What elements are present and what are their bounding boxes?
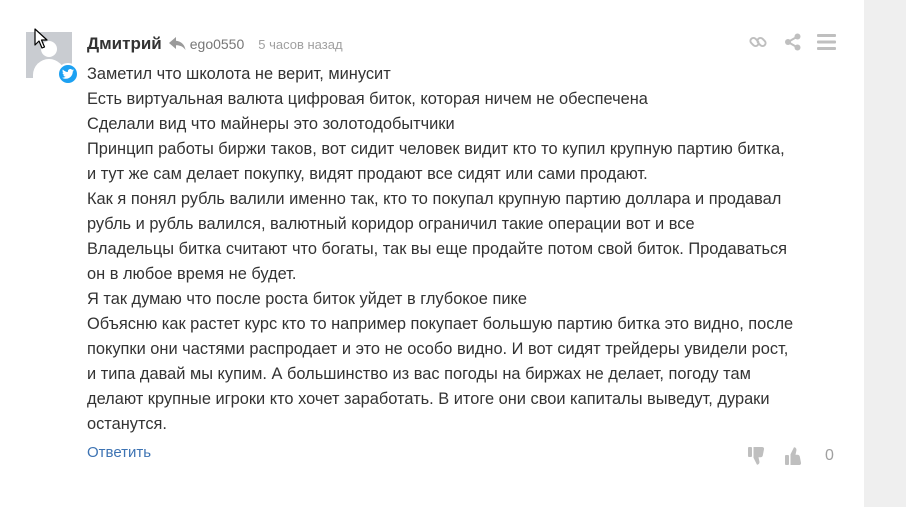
right-gutter (864, 0, 906, 507)
comment-line: рубль и рубль валился, валютный коридор … (87, 215, 695, 233)
comment-line: Объясню как растет курс кто то например … (87, 315, 794, 333)
comment-line: Принцип работы биржи таков, вот сидит че… (87, 140, 785, 158)
author-name[interactable]: Дмитрий (87, 34, 162, 54)
comment-header: Дмитрий ego0550 5 часов назад (87, 33, 343, 55)
author-handle[interactable]: ego0550 (190, 36, 245, 52)
comment-text: Заметил что школота не верит, минусит Ес… (87, 62, 847, 437)
link-icon[interactable] (748, 32, 768, 52)
comment-line: Сделали вид что майнеры это золотодобытч… (87, 115, 455, 133)
mouse-cursor-icon (34, 28, 48, 49)
comment-line: и типа давай мы купим. А большинство из … (87, 365, 751, 383)
comment: Дмитрий ego0550 5 часов назад Заметил чт… (0, 0, 864, 507)
comment-line: Я так думаю что после роста биток уйдет … (87, 290, 527, 308)
thumbs-down-icon[interactable] (748, 446, 768, 466)
comment-line: покупки они частями распродает и это не … (87, 340, 789, 358)
comment-line: делают крупные игроки кто хочет заработа… (87, 390, 770, 408)
comment-actions (748, 32, 836, 52)
comment-line: и тут же сам делает покупку, видят прода… (87, 165, 648, 183)
comment-line: он в любое время не будет. (87, 265, 297, 283)
comment-line: Есть виртуальная валюта цифровая биток, … (87, 90, 648, 108)
reply-arrow-icon (168, 37, 186, 51)
vote-controls: 0 (748, 446, 834, 466)
reply-button[interactable]: Ответить (87, 444, 151, 461)
twitter-icon (57, 63, 79, 85)
thumbs-up-icon[interactable] (785, 446, 805, 466)
comment-line: Заметил что школота не верит, минусит (87, 65, 391, 83)
vote-count: 0 (825, 447, 834, 464)
hamburger-menu-icon[interactable] (817, 33, 836, 51)
comment-time[interactable]: 5 часов назад (258, 37, 342, 52)
comment-line: Владельцы битка считают что богаты, так … (87, 240, 788, 258)
comment-line: останутся. (87, 415, 167, 433)
share-icon[interactable] (784, 33, 802, 51)
comment-line: Как я понял рубль валили именно так, кто… (87, 190, 782, 208)
